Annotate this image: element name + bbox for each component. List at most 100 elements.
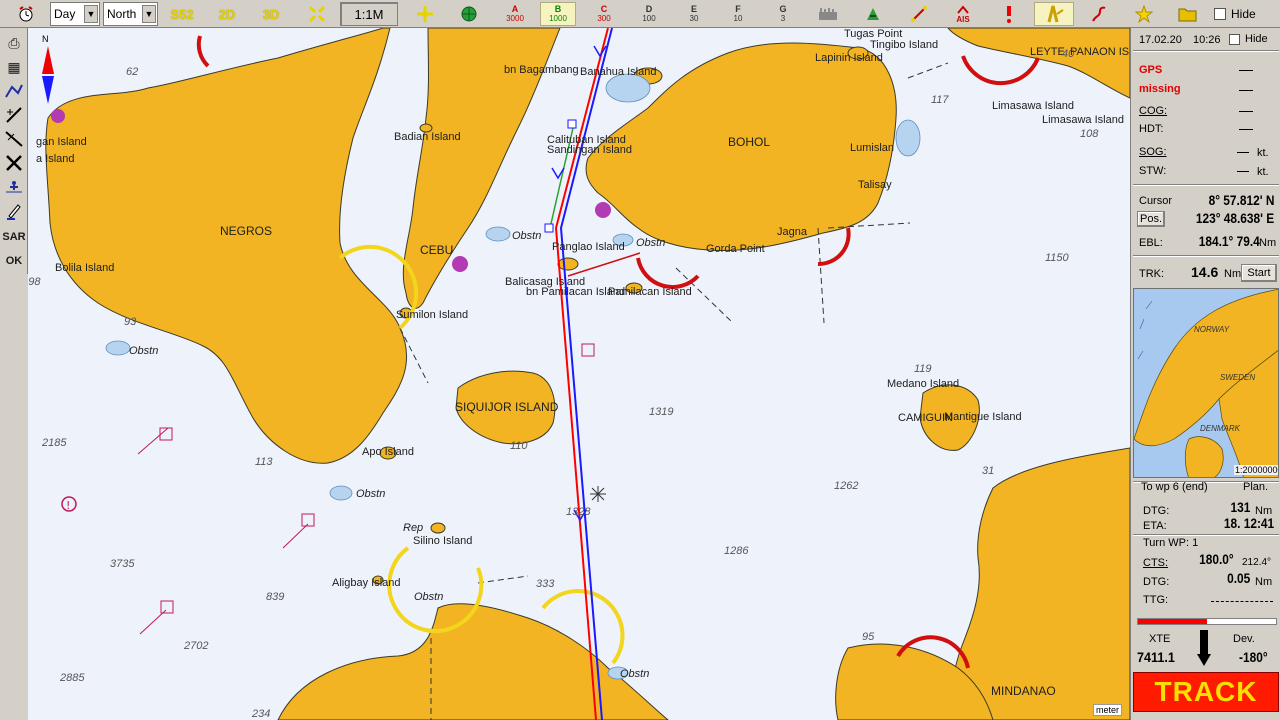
ok-button[interactable]: OK: [3, 250, 25, 272]
open-folder-icon[interactable]: [1176, 2, 1200, 26]
dev-label: Dev.: [1233, 633, 1255, 645]
layer-d-button[interactable]: D 100: [634, 2, 664, 26]
overview-scale: 1:20000000: [1234, 465, 1278, 475]
to-wp-label: To wp 6 (end): [1141, 481, 1208, 493]
ais-button[interactable]: AIS: [950, 2, 976, 26]
top-toolbar: Day ▼ North ▼ S52 2D 3D 1:1M A 3000 B 10…: [0, 0, 1280, 28]
place-label: Lapinin Island: [815, 52, 883, 64]
place-label: Panglao Island: [552, 241, 625, 253]
bearing-icon[interactable]: [3, 128, 25, 150]
view-3d-button[interactable]: 3D: [258, 2, 284, 26]
obstruction-label: Obstn: [129, 345, 159, 357]
shoal-area: [605, 73, 651, 103]
hdt-value-dash: [1239, 129, 1253, 130]
measure-icon[interactable]: [3, 104, 25, 126]
radar-overlay-icon[interactable]: [814, 2, 842, 26]
depth-sounding: 839: [266, 591, 285, 603]
chart-view[interactable]: ! N NEGROS CEBU BOHOL SIQUIJOR ISLAND MI…: [28, 28, 1130, 720]
depth-sounding: 1286: [724, 545, 749, 557]
xte-bar-fill: [1138, 619, 1207, 624]
obstruction-label: Obstn: [512, 230, 542, 242]
zoom-extents-icon[interactable]: [304, 2, 330, 26]
route-edit-icon[interactable]: [906, 2, 932, 26]
place-label: Jagna: [777, 226, 807, 238]
layer-c-button[interactable]: C 300: [589, 2, 619, 26]
trk-label: TRK:: [1139, 268, 1165, 280]
hide-panel-checkbox[interactable]: Hide: [1229, 32, 1268, 46]
track-start-button[interactable]: Start: [1241, 264, 1277, 282]
s52-button[interactable]: S52: [168, 2, 196, 26]
layer-f-button[interactable]: F 10: [723, 2, 753, 26]
time-text: 10:26: [1193, 34, 1221, 46]
route-planner-icon[interactable]: [3, 80, 25, 102]
place-label: Banahua Island: [580, 66, 657, 78]
left-toolbar: ⎙ ▦ SAR OK: [0, 28, 28, 274]
hdt-label: HDT:: [1139, 123, 1164, 135]
waypoint-marker: [567, 119, 577, 129]
layer-value: 3000: [506, 14, 524, 23]
divider: [1133, 50, 1279, 52]
xte-value: 7411.1: [1137, 649, 1175, 665]
depth-sounding: 2185: [42, 437, 67, 449]
depth-sounding: 2885: [60, 672, 85, 684]
man-overboard-icon[interactable]: [3, 176, 25, 198]
cursor-latitude: 8° 57.812' N: [1208, 192, 1274, 208]
boundary-line: [817, 227, 825, 324]
mindanao-east-land: [952, 447, 1130, 720]
dtg2-label: DTG:: [1143, 576, 1170, 588]
layer-value: 30: [689, 14, 699, 23]
layer-g-button[interactable]: G 3: [768, 2, 798, 26]
orientation-select[interactable]: North ▼: [103, 2, 158, 26]
layer-a-button[interactable]: A 3000: [500, 2, 530, 26]
weather-icon[interactable]: [860, 2, 886, 26]
red-sector-arc: [961, 55, 1040, 86]
print-icon[interactable]: ⎙: [3, 32, 25, 54]
chevron-down-icon: ▼: [142, 5, 156, 23]
gps-label: GPS: [1139, 64, 1163, 76]
gps-status: missing: [1139, 83, 1181, 95]
pen-icon[interactable]: [3, 200, 25, 222]
clock-icon[interactable]: [14, 2, 38, 26]
eta-label: ETA:: [1143, 520, 1167, 532]
center-ship-icon[interactable]: [412, 2, 438, 26]
pos-button[interactable]: Pos.: [1137, 211, 1165, 227]
checkbox-box: [1229, 33, 1240, 45]
depth-sounding: 234: [252, 708, 271, 720]
red-sector-arc: [636, 257, 700, 290]
depth-sounding: 1262: [834, 480, 859, 492]
ship-heading-icon[interactable]: [1034, 2, 1074, 26]
dtg-label: DTG:: [1143, 505, 1170, 517]
track-button[interactable]: TRACK: [1133, 672, 1279, 712]
cross-cursor-icon[interactable]: [3, 152, 25, 174]
hide-label: Hide: [1245, 33, 1268, 45]
hide-toolbar-checkbox[interactable]: Hide: [1214, 2, 1276, 26]
ttg-label: TTG:: [1143, 594, 1169, 606]
overview-map[interactable]: NORWAY SWEDEN DENMARK 1:20000000: [1133, 288, 1279, 478]
depth-sounding: 95: [862, 631, 875, 643]
favorites-star-icon[interactable]: [1132, 2, 1156, 26]
route-red-line: [554, 28, 609, 720]
globe-icon[interactable]: [456, 2, 482, 26]
display-mode-select[interactable]: Day ▼: [50, 2, 100, 26]
place-label: Badian Island: [394, 131, 461, 143]
layer-letter: C: [600, 4, 608, 14]
view-2d-button[interactable]: 2D: [214, 2, 240, 26]
sar-button[interactable]: SAR: [2, 226, 25, 248]
place-label: Limasawa Island: [992, 100, 1074, 112]
grid-icon[interactable]: ▦: [3, 56, 25, 78]
place-label: Pamilacan Island: [608, 286, 692, 298]
track-history-icon[interactable]: [1086, 2, 1112, 26]
layer-letter: B: [554, 4, 562, 14]
place-label: Mantigue Island: [944, 411, 1022, 423]
layer-b-button[interactable]: B 1000: [540, 2, 576, 26]
trk-unit: Nm: [1224, 268, 1242, 280]
divider: [1133, 255, 1279, 257]
layer-value: 1000: [549, 14, 567, 23]
shoal-area: [105, 340, 131, 356]
scale-display[interactable]: 1:1M: [340, 2, 398, 26]
route-side-line: [567, 252, 641, 277]
layer-e-button[interactable]: E 30: [679, 2, 709, 26]
alarm-icon[interactable]: [996, 2, 1022, 26]
place-label: bn Bagambang: [504, 64, 579, 76]
cog-value-dash: [1239, 111, 1253, 112]
